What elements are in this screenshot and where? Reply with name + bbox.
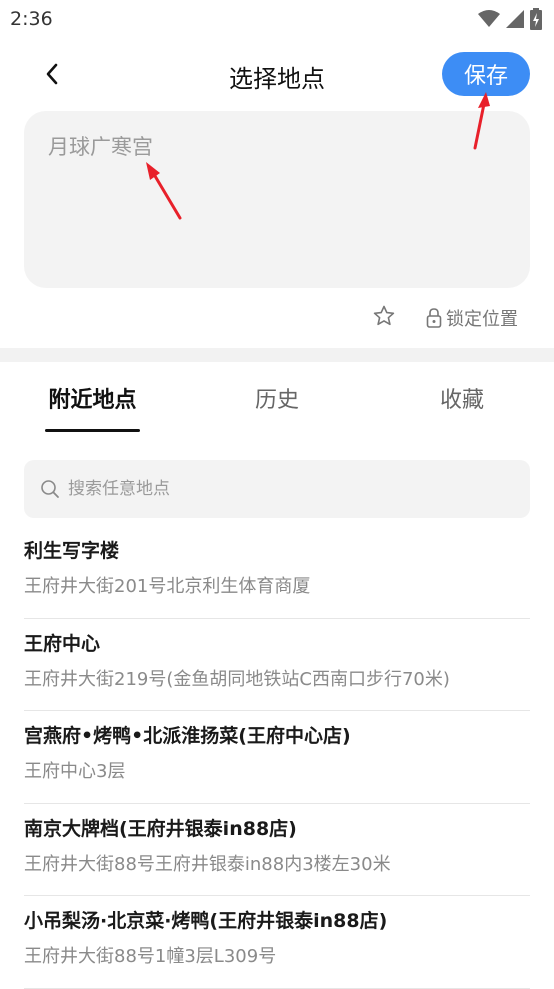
tab-nearby[interactable]: 附近地点 [45, 382, 140, 414]
search-icon [41, 480, 59, 498]
location-name-input[interactable]: 月球广寒宫 [24, 111, 530, 288]
place-item-2[interactable]: 宫燕府•烤鸭•北派淮扬菜(王府中心店) 王府中心3层 [24, 711, 530, 804]
lock-icon [426, 308, 442, 328]
place-name: 南京大牌档(王府井银泰in88店) [24, 817, 297, 840]
status-time: 2:36 [10, 8, 53, 30]
header-bar: 选择地点 保存 [0, 50, 554, 98]
place-name: 宫燕府•烤鸭•北派淮扬菜(王府中心店) [24, 725, 351, 747]
search-input[interactable] [68, 479, 508, 499]
battery-charging-icon [530, 8, 542, 30]
favorite-button[interactable] [372, 304, 398, 330]
tab-history[interactable]: 历史 [240, 382, 314, 414]
place-list: 利生写字楼 王府井大街201号北京利生体育商厦 王府中心 王府井大街219号(金… [24, 526, 530, 989]
place-address: 王府井大街88号1幢3层L309号 [24, 946, 277, 967]
cellular-signal-icon [506, 10, 524, 28]
location-actions: 锁定位置 [0, 302, 554, 334]
active-tab-indicator [45, 429, 140, 432]
place-item-0[interactable]: 利生写字楼 王府井大街201号北京利生体育商厦 [24, 526, 530, 619]
place-item-4[interactable]: 小吊梨汤·北京菜·烤鸭(王府井银泰in88店) 王府井大街88号1幢3层L309… [24, 896, 530, 989]
lock-location-label: 锁定位置 [446, 309, 518, 330]
search-bar[interactable] [24, 460, 530, 518]
save-button[interactable]: 保存 [442, 52, 530, 96]
wifi-icon [478, 10, 500, 27]
place-item-3[interactable]: 南京大牌档(王府井银泰in88店) 王府井大街88号王府井银泰in88内3楼左3… [24, 804, 530, 896]
place-address: 王府井大街88号王府井银泰in88内3楼左30米 [24, 853, 391, 875]
lock-location-button[interactable]: 锁定位置 [426, 304, 518, 332]
star-outline-icon [373, 305, 395, 326]
place-name: 小吊梨汤·北京菜·烤鸭(王府井银泰in88店) [24, 910, 388, 932]
tab-favorites[interactable]: 收藏 [425, 382, 499, 414]
section-divider [0, 348, 554, 362]
place-item-1[interactable]: 王府中心 王府井大街219号(金鱼胡同地铁站C西南口步行70米) [24, 619, 530, 711]
tab-bar: 附近地点 历史 收藏 [0, 362, 554, 432]
system-icons [478, 8, 542, 30]
place-name: 利生写字楼 [24, 540, 120, 562]
place-address: 王府中心3层 [24, 761, 126, 782]
place-address: 王府井大街219号(金鱼胡同地铁站C西南口步行70米) [24, 668, 450, 690]
location-name-placeholder: 月球广寒宫 [48, 135, 153, 159]
status-bar: 2:36 [0, 0, 554, 40]
place-name: 王府中心 [24, 632, 101, 655]
place-address: 王府井大街201号北京利生体育商厦 [24, 576, 311, 597]
